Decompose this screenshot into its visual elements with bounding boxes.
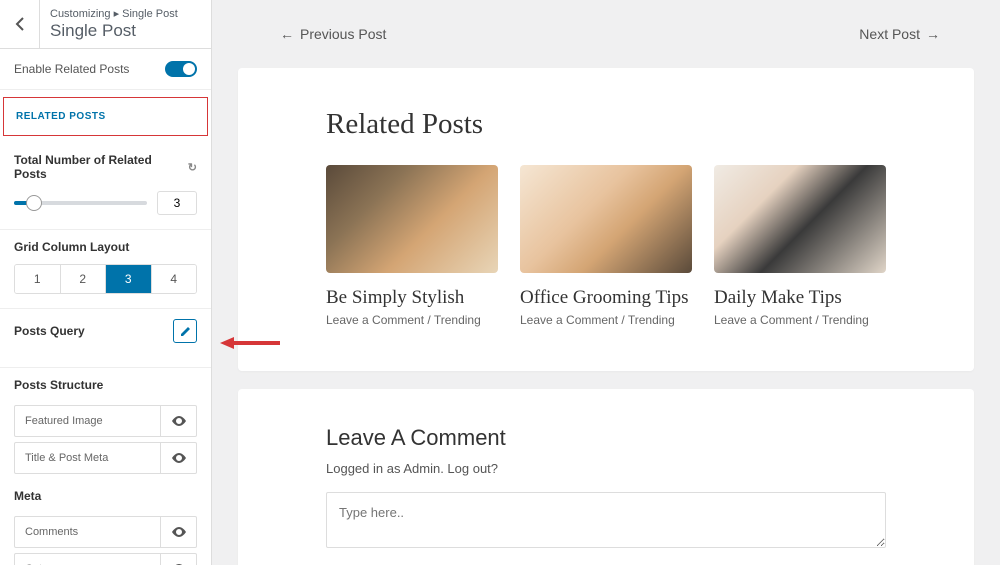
total-input[interactable] [157, 191, 197, 215]
grid-option-4[interactable]: 4 [152, 265, 197, 293]
post-title: Be Simply Stylish [326, 287, 498, 309]
posts-query-row: Posts Query [0, 309, 211, 368]
structure-featured-image[interactable]: Featured Image [14, 405, 197, 437]
post-title: Office Grooming Tips [520, 287, 692, 309]
post-thumbnail [326, 165, 498, 273]
annotation-arrow [220, 336, 280, 355]
structure-title-meta[interactable]: Title & Post Meta [14, 442, 197, 474]
panel-title: Single Post [50, 21, 201, 41]
related-post[interactable]: Daily Make Tips Leave a Comment / Trendi… [714, 165, 886, 327]
sidebar-header: Customizing ▸ Single Post Single Post [0, 0, 211, 49]
structure-label: Posts Structure [0, 368, 211, 400]
chevron-left-icon [15, 16, 25, 32]
related-title: Related Posts [326, 108, 886, 141]
meta-comments[interactable]: Comments [14, 516, 197, 548]
breadcrumb: Customizing ▸ Single Post [50, 7, 201, 20]
enable-toggle[interactable] [165, 61, 197, 77]
comment-title: Leave A Comment [326, 425, 886, 451]
previous-post-link[interactable]: ← Previous Post [280, 26, 386, 42]
post-meta: Leave a Comment / Trending [714, 313, 886, 327]
total-number-control: Total Number of Related Posts ↻ [0, 143, 211, 230]
enable-label: Enable Related Posts [14, 62, 129, 76]
query-label: Posts Query [14, 324, 85, 338]
customizer-sidebar: Customizing ▸ Single Post Single Post En… [0, 0, 212, 565]
comment-textarea[interactable] [326, 492, 886, 548]
total-label: Total Number of Related Posts [14, 153, 188, 181]
arrow-right-icon: → [926, 26, 940, 42]
next-post-link[interactable]: Next Post → [859, 26, 940, 42]
related-posts-card: Related Posts Be Simply Stylish Leave a … [238, 68, 974, 371]
comment-logged-in[interactable]: Logged in as Admin. Log out? [326, 461, 886, 476]
section-title: RELATED POSTS [4, 98, 207, 135]
meta-category[interactable]: Category [14, 553, 197, 565]
grid-label: Grid Column Layout [14, 240, 129, 254]
visibility-toggle[interactable] [161, 516, 197, 548]
visibility-toggle[interactable] [161, 553, 197, 565]
related-post[interactable]: Be Simply Stylish Leave a Comment / Tren… [326, 165, 498, 327]
related-post[interactable]: Office Grooming Tips Leave a Comment / T… [520, 165, 692, 327]
posts-grid: Be Simply Stylish Leave a Comment / Tren… [326, 165, 886, 327]
eye-icon [171, 415, 187, 427]
visibility-toggle[interactable] [161, 442, 197, 474]
back-button[interactable] [0, 0, 40, 48]
grid-column-control: Grid Column Layout 1 2 3 4 [0, 230, 211, 309]
post-thumbnail [714, 165, 886, 273]
visibility-toggle[interactable] [161, 405, 197, 437]
edit-query-button[interactable] [173, 319, 197, 343]
refresh-icon[interactable]: ↻ [188, 161, 197, 174]
preview-pane: ← Previous Post Next Post → Related Post… [212, 0, 1000, 565]
eye-icon [171, 526, 187, 538]
grid-option-1[interactable]: 1 [15, 265, 61, 293]
post-title: Daily Make Tips [714, 287, 886, 309]
arrow-left-icon: ← [280, 26, 294, 42]
grid-button-group: 1 2 3 4 [14, 264, 197, 294]
total-slider[interactable] [14, 201, 147, 205]
related-posts-section[interactable]: RELATED POSTS [3, 97, 208, 136]
post-meta: Leave a Comment / Trending [520, 313, 692, 327]
post-navigation: ← Previous Post Next Post → [212, 0, 1000, 68]
slider-thumb[interactable] [26, 195, 42, 211]
post-meta: Leave a Comment / Trending [326, 313, 498, 327]
grid-option-2[interactable]: 2 [61, 265, 107, 293]
grid-option-3[interactable]: 3 [106, 265, 152, 293]
sidebar-header-text: Customizing ▸ Single Post Single Post [40, 1, 211, 47]
meta-label: Meta [0, 479, 211, 511]
enable-related-row: Enable Related Posts [0, 49, 211, 90]
comment-card: Leave A Comment Logged in as Admin. Log … [238, 389, 974, 565]
post-thumbnail [520, 165, 692, 273]
pencil-icon [180, 326, 191, 337]
eye-icon [171, 452, 187, 464]
